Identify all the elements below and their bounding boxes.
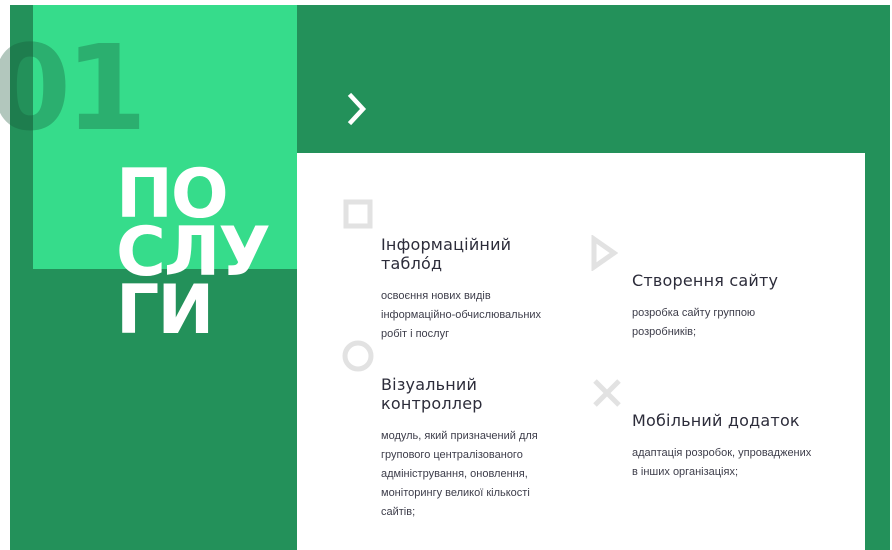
- service-item-visual-controller: Візуальний контроллер модуль, який призн…: [381, 375, 561, 522]
- cross-x-icon: [593, 379, 621, 407]
- service-item-website: Створення сайту розробка сайту группою р…: [632, 271, 812, 342]
- section-title: ПО СЛУ ГИ: [116, 161, 296, 350]
- service-title: Мобільний додаток: [632, 411, 800, 430]
- service-item-info-board: Інформаційний табло́д освоєння нових вид…: [381, 235, 561, 344]
- service-title: Візуальний контроллер: [381, 375, 483, 413]
- service-title: Інформаційний табло́д: [381, 235, 512, 273]
- chevron-right-icon: [347, 92, 367, 126]
- section-number: 01: [0, 19, 147, 157]
- service-item-mobile-app: Мобільний додаток адаптація розробок, уп…: [632, 411, 812, 482]
- square-outline-icon: [343, 199, 373, 229]
- next-arrow-button[interactable]: [344, 91, 372, 127]
- service-description: розробка сайту группою розробників;: [632, 307, 756, 338]
- services-section: 01 ПО СЛУ ГИ Інформаційний табло́д освоє…: [0, 5, 890, 550]
- triangle-play-icon: [591, 235, 618, 271]
- service-title: Створення сайту: [632, 271, 779, 290]
- services-card: Інформаційний табло́д освоєння нових вид…: [297, 153, 865, 550]
- section-title-line-3: ГИ: [116, 271, 214, 350]
- service-description: модуль, який призначений для групового ц…: [381, 430, 538, 518]
- service-description: адаптація розробок, упроваджених в інших…: [632, 447, 812, 478]
- circle-outline-icon: [342, 340, 374, 372]
- service-description: освоєння нових видів інформаційно-обчисл…: [381, 290, 542, 340]
